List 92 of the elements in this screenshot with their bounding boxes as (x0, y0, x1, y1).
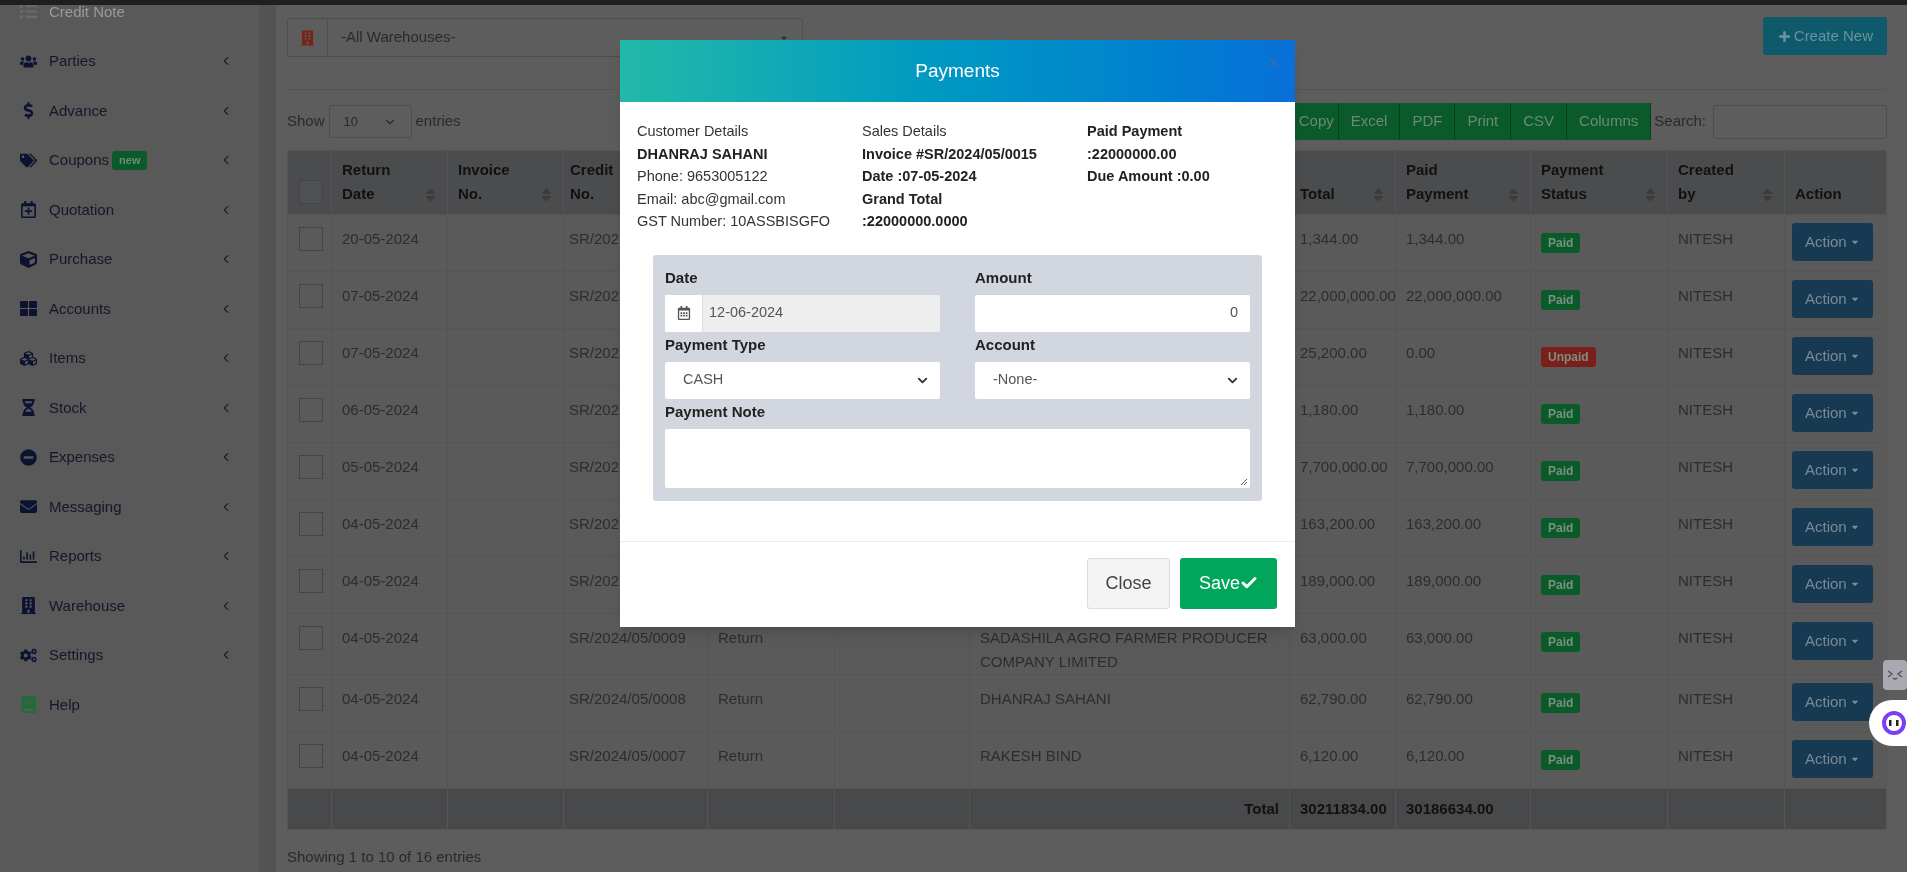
sidebar-item[interactable]: Credit Note (49, 5, 125, 23)
grand-total-value: :22000000.0000 (862, 212, 968, 231)
customer-email: Email: abc@gmail.com (637, 189, 786, 209)
status-badge: Unpaid (1541, 347, 1596, 367)
sidebar-item[interactable]: Settings (49, 644, 104, 667)
action-button[interactable]: Action (1792, 683, 1873, 721)
field-label: Date (665, 267, 699, 288)
invoice-number: Invoice #SR/2024/05/0015 (862, 144, 1037, 164)
export-button[interactable]: Print (1455, 103, 1512, 140)
customer-gst: GST Number: 10ASSBISGFO (637, 212, 831, 231)
column-header[interactable]: Action (1795, 182, 1842, 206)
payment-note-field[interactable] (665, 428, 1250, 488)
sidebar-item[interactable]: Advance (49, 99, 108, 122)
export-button[interactable]: PDF (1400, 103, 1456, 140)
customer-name: DHANRAJ SAHANI (637, 144, 768, 164)
assistant-icon[interactable] (1869, 700, 1907, 746)
sidebar-item[interactable]: Purchase (49, 248, 113, 271)
status-badge: Paid (1541, 404, 1581, 424)
footer-total: 30186634.00 (1406, 800, 1494, 817)
field-label: Amount (975, 267, 1033, 288)
bar-chart-icon (20, 547, 37, 565)
calendar-icon (676, 306, 691, 320)
new-badge: new (112, 151, 148, 170)
export-button[interactable]: Excel (1338, 103, 1401, 140)
close-icon[interactable] (1267, 56, 1281, 70)
action-button[interactable]: Action (1792, 565, 1873, 603)
sidebar-item[interactable]: Help (49, 693, 80, 716)
action-button[interactable]: Action (1792, 451, 1873, 489)
date-field[interactable]: 12-06-2024 (665, 294, 940, 332)
sidebar-item[interactable]: Parties (49, 50, 96, 73)
create-new-button[interactable]: Create New (1762, 17, 1887, 55)
action-button[interactable]: Action (1792, 508, 1873, 546)
status-badge: Paid (1541, 290, 1581, 310)
plus-icon (1776, 28, 1792, 44)
field-label: Account (975, 334, 1036, 355)
close-button[interactable]: Close (1087, 557, 1170, 609)
envelope-icon (20, 498, 37, 516)
grand-total-label: Grand Total (862, 189, 943, 209)
status-badge: Paid (1541, 575, 1581, 595)
sidebar-item[interactable]: Reports (49, 545, 102, 568)
status-badge: Paid (1541, 750, 1581, 770)
sidebar-item[interactable]: Stock (49, 396, 87, 419)
book-icon (20, 696, 37, 714)
paid-payment-value: :22000000.00 (1087, 144, 1177, 164)
payment-type-select[interactable]: CASH (665, 361, 940, 399)
action-button[interactable]: Action (1792, 337, 1873, 375)
sidebar-item[interactable]: Accounts (49, 297, 111, 320)
field-label: Payment Note (665, 401, 767, 422)
status-badge: Paid (1541, 632, 1581, 652)
field-label: Payment Type (665, 334, 767, 355)
tags-icon (20, 151, 37, 169)
action-button[interactable]: Action (1792, 280, 1873, 318)
status-badge: Paid (1541, 461, 1581, 481)
building-icon (20, 597, 37, 615)
floating-tab-icon[interactable] (1883, 660, 1907, 690)
footer-label: Total (1244, 800, 1279, 817)
sales-date: Date :07-05-2024 (862, 167, 977, 186)
hourglass-icon (20, 399, 37, 417)
sidebar-item[interactable]: Messaging (49, 495, 122, 518)
footer-total: 30211834.00 (1300, 800, 1387, 817)
save-button[interactable]: Save (1180, 557, 1277, 609)
customer-phone: Phone: 9653005122 (637, 167, 768, 186)
due-amount: Due Amount :0.00 (1087, 167, 1210, 186)
resize-handle-icon (1240, 477, 1248, 486)
export-button[interactable]: CSV (1511, 103, 1568, 140)
sidebar-item[interactable]: Items (49, 347, 86, 370)
grid-icon (20, 300, 37, 318)
status-badge: Paid (1541, 233, 1581, 253)
paid-payment-label: Paid Payment (1087, 122, 1183, 141)
export-button[interactable]: Copy (1294, 103, 1339, 140)
cubes-icon (20, 349, 37, 367)
action-button[interactable]: Action (1792, 394, 1873, 432)
status-badge: Paid (1541, 693, 1581, 713)
export-button[interactable]: Columns (1567, 103, 1652, 140)
sidebar-item[interactable]: Warehouse (49, 594, 126, 617)
action-button[interactable]: Action (1792, 223, 1873, 261)
sidebar-item[interactable]: Expenses (49, 446, 115, 469)
section-heading: Sales Details (862, 122, 947, 141)
sidebar-item[interactable]: Coupons (49, 149, 110, 172)
dialog-title: Payments (915, 58, 1000, 83)
action-button[interactable]: Action (1792, 740, 1873, 778)
calendar-plus-icon (20, 201, 37, 219)
action-button[interactable]: Action (1792, 622, 1873, 660)
account-select[interactable]: -None- (975, 361, 1250, 399)
sidebar-item[interactable]: Quotation (49, 198, 115, 221)
list-icon (20, 5, 37, 21)
column-header[interactable]: Total (1300, 182, 1335, 206)
cube-icon (20, 250, 37, 268)
amount-field[interactable]: 0 (975, 294, 1250, 332)
status-badge: Paid (1541, 518, 1581, 538)
section-heading: Customer Details (637, 122, 749, 141)
gears-icon (20, 646, 37, 664)
